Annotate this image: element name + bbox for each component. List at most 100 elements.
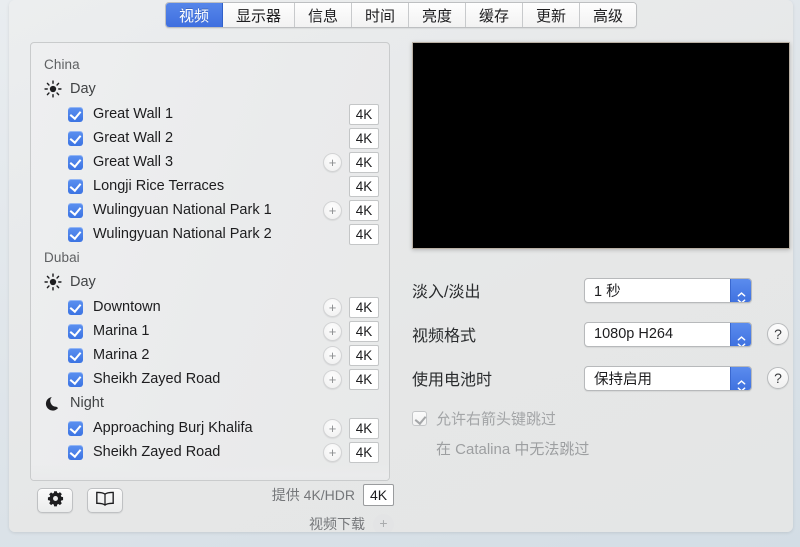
resolution-badge[interactable]: 4K <box>349 152 379 173</box>
list-item-actions: +4K <box>323 367 379 391</box>
tab-7[interactable]: 高级 <box>580 3 636 27</box>
chevron-down-icon[interactable] <box>737 335 746 340</box>
resolution-badge[interactable]: 4K <box>349 176 379 197</box>
chevron-down-icon[interactable] <box>737 291 746 296</box>
stepper-control[interactable] <box>730 367 751 390</box>
list-item[interactable]: Wulingyuan National Park 24K <box>31 222 389 246</box>
tab-6[interactable]: 更新 <box>523 3 580 27</box>
list-item-actions: 4K <box>323 174 379 198</box>
select-dropdown[interactable]: 保持启用 <box>584 366 752 391</box>
checkbox-icon[interactable] <box>68 155 83 170</box>
resolution-badge[interactable]: 4K <box>349 224 379 245</box>
resolution-badge[interactable]: 4K <box>349 321 379 342</box>
tab-bar: 视频显示器信息时间亮度缓存更新高级 <box>9 2 793 33</box>
list-item[interactable]: Sheikh Zayed Road+4K <box>31 440 389 464</box>
tab-5[interactable]: 缓存 <box>466 3 523 27</box>
plus-icon[interactable]: + <box>323 419 342 438</box>
hdr-4k-badge[interactable]: 4K <box>363 484 394 506</box>
time-of-day-header[interactable]: Day <box>31 77 389 102</box>
checkbox-icon[interactable] <box>68 348 83 363</box>
select-dropdown[interactable]: 1 秒 <box>584 278 752 303</box>
plus-icon[interactable]: + <box>323 443 342 462</box>
list-item-actions: +4K <box>323 198 379 222</box>
checkbox-icon[interactable] <box>68 372 83 387</box>
checkbox-icon[interactable] <box>412 411 427 426</box>
time-of-day-label: Day <box>70 81 96 97</box>
video-settings-form: 淡入/淡出1 秒视频格式1080p H264?使用电池时保持启用? <box>412 268 792 400</box>
chevron-down-icon[interactable] <box>737 379 746 384</box>
help-button[interactable]: ? <box>767 323 789 345</box>
tab-3[interactable]: 时间 <box>352 3 409 27</box>
resolution-badge[interactable]: 4K <box>349 345 379 366</box>
chevron-up-icon[interactable] <box>737 284 746 289</box>
tab-4[interactable]: 亮度 <box>409 3 466 27</box>
video-preview[interactable] <box>412 42 790 249</box>
time-of-day-header[interactable]: Night <box>31 391 389 416</box>
list-item[interactable]: Sheikh Zayed Road +4K <box>31 367 389 391</box>
time-of-day-header[interactable]: Day <box>31 270 389 295</box>
form-row-label: 淡入/淡出 <box>412 278 584 302</box>
select-value: 保持启用 <box>585 368 652 389</box>
list-item[interactable]: Approaching Burj Khalifa+4K <box>31 416 389 440</box>
chevron-up-icon[interactable] <box>737 328 746 333</box>
plus-icon[interactable]: + <box>323 298 342 317</box>
list-item[interactable]: Great Wall 14K <box>31 102 389 126</box>
plus-icon[interactable]: + <box>323 322 342 341</box>
tab-0[interactable]: 视频 <box>166 3 223 27</box>
list-item-actions: +4K <box>323 416 379 440</box>
checkbox-icon[interactable] <box>68 203 83 218</box>
checkbox-icon[interactable] <box>68 300 83 315</box>
video-list-panel[interactable]: ChinaDayGreat Wall 14KGreat Wall 24KGrea… <box>30 42 390 481</box>
list-item[interactable]: Great Wall 2 4K <box>31 126 389 150</box>
resolution-badge[interactable]: 4K <box>349 200 379 221</box>
resolution-badge[interactable]: 4K <box>349 104 379 125</box>
checkbox-icon[interactable] <box>68 107 83 122</box>
checkbox-icon[interactable] <box>68 421 83 436</box>
list-item[interactable]: Marina 2 +4K <box>31 343 389 367</box>
moon-icon <box>44 394 62 412</box>
chevron-up-icon[interactable] <box>737 372 746 377</box>
video-download-line: 视频下载 + <box>249 513 394 532</box>
plus-icon[interactable]: + <box>323 153 342 172</box>
list-item-label: Sheikh Zayed Road <box>93 371 220 387</box>
skip-option-group: 允许右箭头键跳过 在 Catalina 中无法跳过 <box>412 408 782 459</box>
tab-2[interactable]: 信息 <box>295 3 352 27</box>
help-button[interactable]: ? <box>767 367 789 389</box>
resolution-badge[interactable]: 4K <box>349 128 379 149</box>
list-bottom-fade <box>31 464 389 480</box>
list-group-title: Dubai <box>31 246 389 270</box>
checkbox-icon[interactable] <box>68 227 83 242</box>
list-item[interactable]: Marina 1+4K <box>31 319 389 343</box>
checkbox-icon[interactable] <box>68 179 83 194</box>
skip-option-label: 允许右箭头键跳过 <box>436 408 556 429</box>
download-info: 提供 4K/HDR 4K 视频下载 + <box>249 484 394 532</box>
list-item[interactable]: Downtown+4K <box>31 295 389 319</box>
desktop-background: 视频显示器信息时间亮度缓存更新高级 ChinaDayGreat Wall 14K… <box>0 0 800 547</box>
plus-icon[interactable]: + <box>373 514 394 533</box>
action-spacer <box>323 105 342 124</box>
checkbox-icon[interactable] <box>68 324 83 339</box>
list-item[interactable]: Great Wall 3+4K <box>31 150 389 174</box>
resolution-badge[interactable]: 4K <box>349 369 379 390</box>
list-item-label: Great Wall 2 <box>93 130 173 146</box>
list-item[interactable]: Wulingyuan National Park 1+4K <box>31 198 389 222</box>
form-row: 淡入/淡出1 秒 <box>412 268 792 312</box>
tab-1[interactable]: 显示器 <box>223 3 295 27</box>
plus-icon[interactable]: + <box>323 346 342 365</box>
plus-icon[interactable]: + <box>323 370 342 389</box>
settings-button[interactable] <box>37 488 73 513</box>
resolution-badge[interactable]: 4K <box>349 418 379 439</box>
select-dropdown[interactable]: 1080p H264 <box>584 322 752 347</box>
list-item-label: Marina 2 <box>93 347 149 363</box>
stepper-control[interactable] <box>730 323 751 346</box>
stepper-control[interactable] <box>730 279 751 302</box>
list-item-actions: +4K <box>323 440 379 464</box>
checkbox-icon[interactable] <box>68 445 83 460</box>
library-button[interactable] <box>87 488 123 513</box>
skip-checkbox-row[interactable]: 允许右箭头键跳过 <box>412 408 782 429</box>
plus-icon[interactable]: + <box>323 201 342 220</box>
checkbox-icon[interactable] <box>68 131 83 146</box>
list-item[interactable]: Longji Rice Terraces4K <box>31 174 389 198</box>
resolution-badge[interactable]: 4K <box>349 442 379 463</box>
resolution-badge[interactable]: 4K <box>349 297 379 318</box>
